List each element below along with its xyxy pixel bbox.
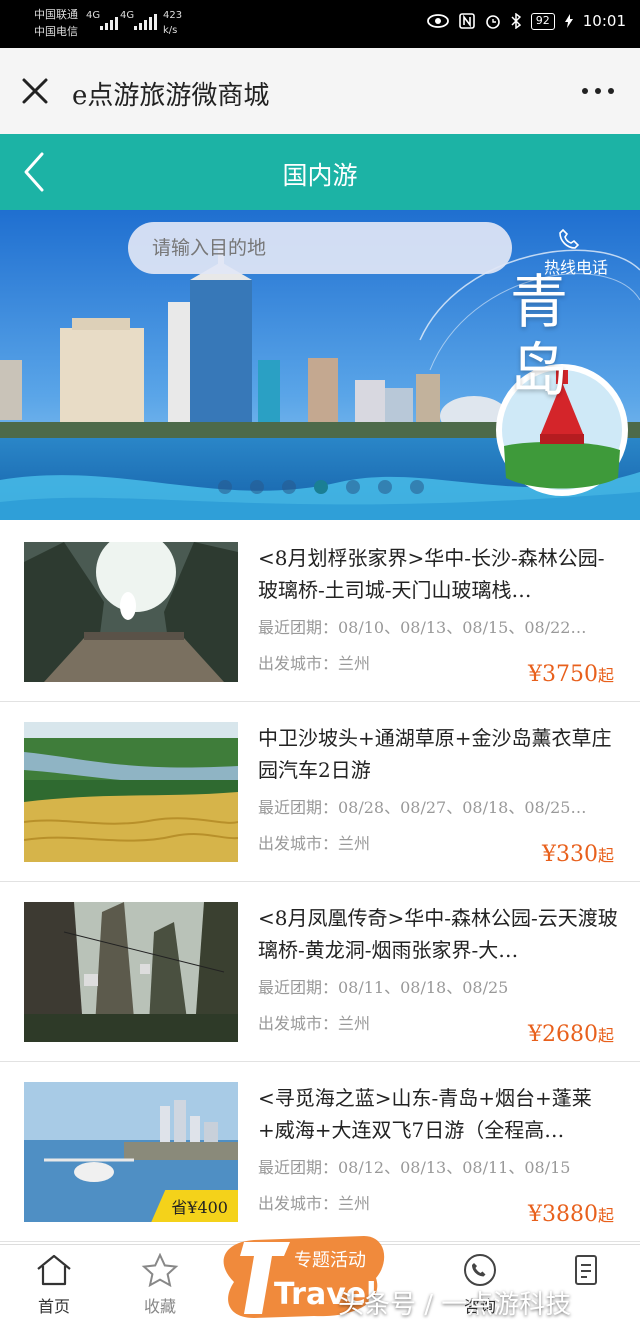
promo-line-1: 专题活动 <box>294 1250 366 1271</box>
watermark-text: 头条号 / 一点游科技 <box>338 1290 572 1320</box>
banner-city-label: 青岛 <box>510 268 569 404</box>
carrier-labels: 中国联通 中国电信 <box>34 6 78 40</box>
product-thumbnail <box>24 902 238 1042</box>
star-icon <box>141 1253 179 1287</box>
carrier-2: 中国电信 <box>34 25 78 38</box>
signal-1-icon <box>100 14 118 30</box>
home-icon <box>37 1254 71 1286</box>
product-title: <8月划桴张家界>华中-长沙-森林公园-玻璃桥-土司城-天门山玻璃栈… <box>258 546 605 602</box>
network-speed: 423 k/s <box>163 8 182 38</box>
signal-2-icon <box>134 14 157 30</box>
carousel-indicators <box>218 480 424 494</box>
carousel-dot[interactable] <box>218 480 232 494</box>
charging-icon <box>564 14 573 28</box>
carousel-dot[interactable] <box>282 480 296 494</box>
price-suffix: 起 <box>597 846 614 865</box>
phone-icon <box>559 228 580 249</box>
list-item[interactable]: <8月划桴张家界>华中-长沙-森林公园-玻璃桥-土司城-天门山玻璃栈… 最近团期… <box>0 522 640 702</box>
product-title: <寻觅海之蓝>山东-青岛+烟台+蓬莱+威海+大连双飞7日游（全程高… <box>258 1086 592 1142</box>
cablecar-cliffs-image <box>24 902 238 1042</box>
battery-level: 92 <box>530 12 555 30</box>
price-value: ¥3750 <box>527 662 598 687</box>
more-dot-icon <box>582 88 588 94</box>
product-price: ¥2680起 <box>528 1022 614 1047</box>
close-button[interactable] <box>18 74 52 108</box>
price-suffix: 起 <box>597 1206 614 1225</box>
price-suffix: 起 <box>597 1026 614 1045</box>
desert-river-image <box>24 722 238 862</box>
price-value: ¥3880 <box>527 1202 598 1227</box>
carrier-1: 中国联通 <box>34 8 78 21</box>
product-price: ¥330起 <box>542 842 614 867</box>
product-dates: 最近团期：08/28、08/27、08/18、08/25… <box>258 798 587 817</box>
product-thumbnail <box>24 542 238 682</box>
close-icon <box>22 78 48 104</box>
carousel-dot[interactable] <box>314 480 328 494</box>
clipboard-icon <box>575 1255 597 1285</box>
eye-icon <box>426 14 449 28</box>
status-bar: 中国联通 中国电信 4G 4G 423 k/s 92 10:01 <box>0 0 640 48</box>
status-icons: 92 10:01 <box>426 12 626 30</box>
list-item[interactable]: <8月凤凰传奇>华中-森林公园-云天渡玻璃桥-黄龙洞-烟雨张家界-大… 最近团期… <box>0 882 640 1062</box>
phone-icon <box>464 1254 496 1286</box>
product-list: <8月划桴张家界>华中-长沙-森林公园-玻璃桥-土司城-天门山玻璃栈… 最近团期… <box>0 522 640 1242</box>
hero-banner[interactable]: 热线电话 青岛 <box>0 210 640 520</box>
more-options-button[interactable] <box>582 78 618 104</box>
nfc-icon <box>458 13 475 29</box>
product-dates: 最近团期：08/11、08/18、08/25 <box>258 978 509 997</box>
alarm-icon <box>485 15 500 29</box>
product-dates: 最近团期：08/10、08/13、08/15、08/22… <box>258 618 587 637</box>
network-speed-unit: k/s <box>163 25 178 36</box>
product-thumbnail: 省¥400 <box>24 1082 238 1222</box>
network-speed-value: 423 <box>163 10 183 21</box>
carousel-dot[interactable] <box>346 480 360 494</box>
product-title: 中卫沙坡头+通湖草原+金沙岛薰衣草庄园汽车2日游 <box>258 726 612 782</box>
price-value: ¥330 <box>541 842 598 867</box>
carousel-dot[interactable] <box>410 480 424 494</box>
mountain-gate-image <box>24 542 238 682</box>
product-price: ¥3750起 <box>528 662 614 687</box>
carousel-dot[interactable] <box>378 480 392 494</box>
destination-search-input[interactable] <box>128 222 512 274</box>
clock: 10:01 <box>582 12 626 30</box>
nav-favorites[interactable]: 收藏 <box>120 1253 200 1317</box>
price-suffix: 起 <box>597 666 614 685</box>
search-box[interactable] <box>128 222 512 274</box>
price-value: ¥2680 <box>527 1022 598 1047</box>
nav-home[interactable]: 首页 <box>14 1253 94 1317</box>
app-title: e点游旅游微商城 <box>72 81 270 111</box>
network-type-1: 4G <box>86 10 101 21</box>
product-thumbnail <box>24 722 238 862</box>
savings-badge: 省¥400 <box>151 1190 238 1222</box>
network-type-2: 4G <box>120 10 135 21</box>
more-dot-icon <box>595 88 601 94</box>
product-price: ¥3880起 <box>528 1202 614 1227</box>
product-dates: 最近团期：08/12、08/13、08/11、08/15 <box>258 1158 571 1177</box>
product-title: <8月凤凰传奇>华中-森林公园-云天渡玻璃桥-黄龙洞-烟雨张家界-大… <box>258 906 618 962</box>
nav-home-label: 首页 <box>37 1297 70 1316</box>
more-dot-icon <box>608 88 614 94</box>
list-item[interactable]: 中卫沙坡头+通湖草原+金沙岛薰衣草庄园汽车2日游 最近团期：08/28、08/2… <box>0 702 640 882</box>
page-header: 国内游 <box>0 134 640 210</box>
carousel-dot[interactable] <box>250 480 264 494</box>
nav-favorites-label: 收藏 <box>143 1297 176 1316</box>
bluetooth-icon <box>511 13 521 29</box>
page-title: 国内游 <box>282 161 358 190</box>
app-titlebar: e点游旅游微商城 <box>0 48 640 134</box>
list-item[interactable]: 省¥400 <寻觅海之蓝>山东-青岛+烟台+蓬莱+威海+大连双飞7日游（全程高…… <box>0 1062 640 1242</box>
